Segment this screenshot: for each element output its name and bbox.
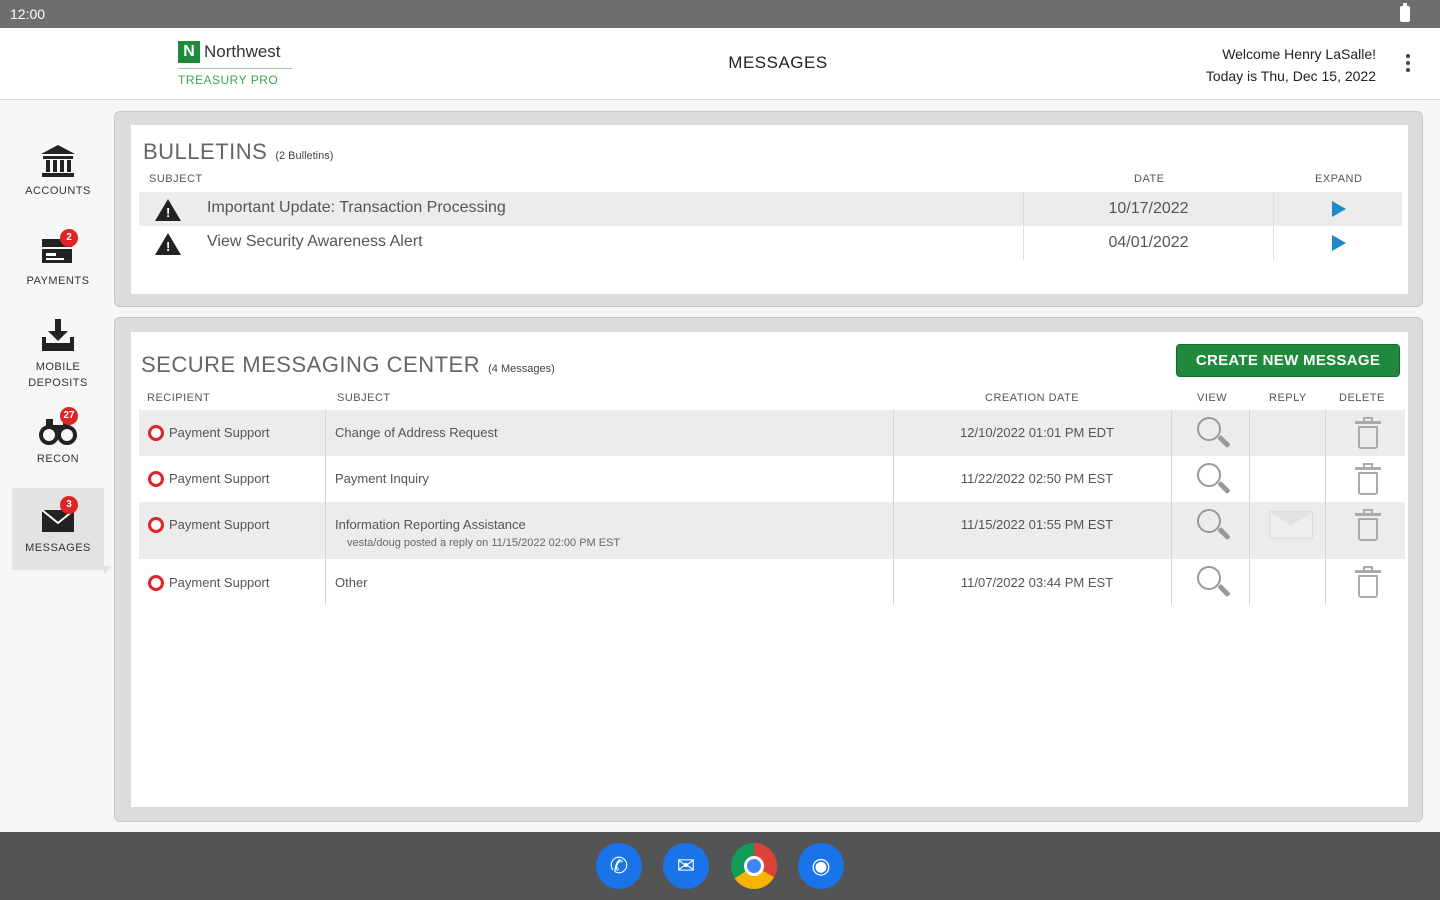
- expand-button[interactable]: [1273, 192, 1403, 226]
- message-row[interactable]: Payment Support Payment Inquiry 11/22/20…: [139, 456, 1405, 502]
- payments-badge: 2: [60, 229, 78, 247]
- message-date: 12/10/2022 01:01 PM EDT: [960, 425, 1114, 440]
- reply-envelope-icon[interactable]: [1269, 511, 1313, 539]
- view-search-icon[interactable]: [1197, 509, 1231, 543]
- message-row[interactable]: Payment Support Change of Address Reques…: [139, 410, 1405, 456]
- app-dock: ✆ ✉ ◉: [0, 832, 1440, 900]
- col-recipient: RECIPIENT: [147, 392, 211, 404]
- envelope-icon: 3: [38, 496, 78, 538]
- bulletin-date: 10/17/2022: [1023, 192, 1273, 226]
- col-creation-date: CREATION DATE: [985, 392, 1080, 404]
- overflow-menu-icon[interactable]: [1404, 52, 1412, 76]
- delete-trash-icon[interactable]: [1355, 509, 1381, 541]
- message-recipient: Payment Support: [169, 471, 270, 486]
- welcome-line: Welcome Henry LaSalle!: [1222, 46, 1376, 62]
- bulletin-date: 04/01/2022: [1023, 226, 1273, 260]
- message-subject: Other: [335, 575, 368, 590]
- create-new-message-button[interactable]: CREATE NEW MESSAGE: [1176, 344, 1400, 377]
- message-subject: Information Reporting Assistance: [335, 517, 526, 532]
- col-expand: EXPAND: [1315, 173, 1363, 185]
- col-date: DATE: [1134, 173, 1165, 185]
- sidebar-item-label: ACCOUNTS: [25, 185, 91, 197]
- clock: 12:00: [10, 6, 46, 22]
- col-subject: SUBJECT: [337, 392, 391, 404]
- sidebar-item-payments[interactable]: 2 PAYMENTS: [12, 229, 104, 287]
- sidebar-item-label: MESSAGES: [25, 542, 91, 554]
- camera-app-icon[interactable]: ◉: [798, 843, 844, 889]
- sidebar-item-accounts[interactable]: ACCOUNTS: [12, 143, 104, 197]
- binoculars-icon: 27: [38, 407, 78, 449]
- bulletin-row[interactable]: View Security Awareness Alert 04/01/2022: [139, 226, 1402, 260]
- warning-icon: [155, 233, 181, 255]
- reply-note: vesta/doug posted a reply on 11/15/2022 …: [347, 537, 621, 549]
- messaging-title: SECURE MESSAGING CENTER (4 Messages): [141, 352, 555, 377]
- bank-icon: [38, 143, 78, 181]
- col-reply: REPLY: [1269, 392, 1307, 404]
- sidebar-item-recon[interactable]: 27 RECON: [12, 407, 104, 465]
- col-delete: DELETE: [1339, 392, 1385, 404]
- recon-badge: 27: [60, 407, 78, 425]
- message-date: 11/22/2022 02:50 PM EST: [960, 471, 1114, 486]
- bulletin-subject: View Security Awareness Alert: [207, 233, 423, 250]
- secure-messaging-panel: SECURE MESSAGING CENTER (4 Messages) CREA…: [114, 317, 1423, 822]
- unread-indicator-icon: [148, 471, 164, 487]
- play-arrow-icon: [1332, 235, 1346, 251]
- bulletins-panel: BULLETINS (2 Bulletins) SUBJECT DATE EXPA…: [114, 111, 1423, 307]
- col-view: VIEW: [1197, 392, 1228, 404]
- battery-icon: [1400, 3, 1410, 22]
- welcome-text: Welcome Henry LaSalle! Today is Thu, Dec…: [1206, 43, 1376, 87]
- message-date: 11/15/2022 01:55 PM EST: [960, 517, 1114, 532]
- bulletin-row[interactable]: Important Update: Transaction Processing…: [139, 192, 1402, 226]
- sidebar-item-label: PAYMENTS: [26, 275, 90, 287]
- messages-badge: 3: [60, 496, 78, 514]
- warning-icon: [155, 199, 181, 221]
- delete-trash-icon[interactable]: [1355, 566, 1381, 598]
- messages-count: (4 Messages): [488, 363, 555, 375]
- play-arrow-icon: [1332, 201, 1346, 217]
- chrome-app-icon[interactable]: [731, 843, 777, 889]
- message-row[interactable]: Payment Support Other 11/07/2022 03:44 P…: [139, 559, 1405, 607]
- bulletins-title: BULLETINS (2 Bulletins): [143, 139, 334, 164]
- payments-icon: 2: [38, 229, 78, 271]
- logo-subtitle: TREASURY PRO: [178, 73, 279, 87]
- date-line: Today is Thu, Dec 15, 2022: [1205, 68, 1376, 84]
- view-search-icon[interactable]: [1197, 566, 1231, 600]
- delete-trash-icon[interactable]: [1355, 463, 1381, 495]
- sidebar-item-label: RECON: [36, 453, 80, 465]
- unread-indicator-icon: [148, 517, 164, 533]
- message-recipient: Payment Support: [169, 517, 270, 532]
- message-date: 11/07/2022 03:44 PM EST: [960, 575, 1114, 590]
- col-subject: SUBJECT: [149, 173, 203, 185]
- bulletins-count: (2 Bulletins): [275, 150, 334, 162]
- message-recipient: Payment Support: [169, 575, 270, 590]
- deposit-icon: [38, 317, 78, 355]
- app-header: N Northwest TREASURY PRO MESSAGES Welcom…: [0, 28, 1440, 100]
- view-search-icon[interactable]: [1197, 463, 1231, 497]
- view-search-icon[interactable]: [1197, 417, 1231, 451]
- phone-app-icon[interactable]: ✆: [596, 843, 642, 889]
- sidebar-item-label: MOBILE DEPOSITS: [28, 361, 88, 389]
- sidebar-item-messages[interactable]: 3 MESSAGES: [12, 488, 112, 574]
- bulletin-subject: Important Update: Transaction Processing: [207, 199, 506, 216]
- message-subject: Payment Inquiry: [335, 471, 429, 486]
- status-bar: 12:00: [0, 0, 1440, 28]
- sidebar-item-mobile-deposits[interactable]: MOBILE DEPOSITS: [12, 317, 104, 391]
- sidebar-nav: ACCOUNTS 2 PAYMENTS MOBILE DEPOSITS 27 R…: [0, 101, 112, 832]
- message-row[interactable]: Payment Support Information Reporting As…: [139, 502, 1405, 559]
- expand-button[interactable]: [1273, 226, 1403, 260]
- messages-app-icon[interactable]: ✉: [663, 843, 709, 889]
- unread-indicator-icon: [148, 425, 164, 441]
- delete-trash-icon[interactable]: [1355, 417, 1381, 449]
- message-subject: Change of Address Request: [335, 425, 498, 440]
- unread-indicator-icon: [148, 575, 164, 591]
- message-recipient: Payment Support: [169, 425, 270, 440]
